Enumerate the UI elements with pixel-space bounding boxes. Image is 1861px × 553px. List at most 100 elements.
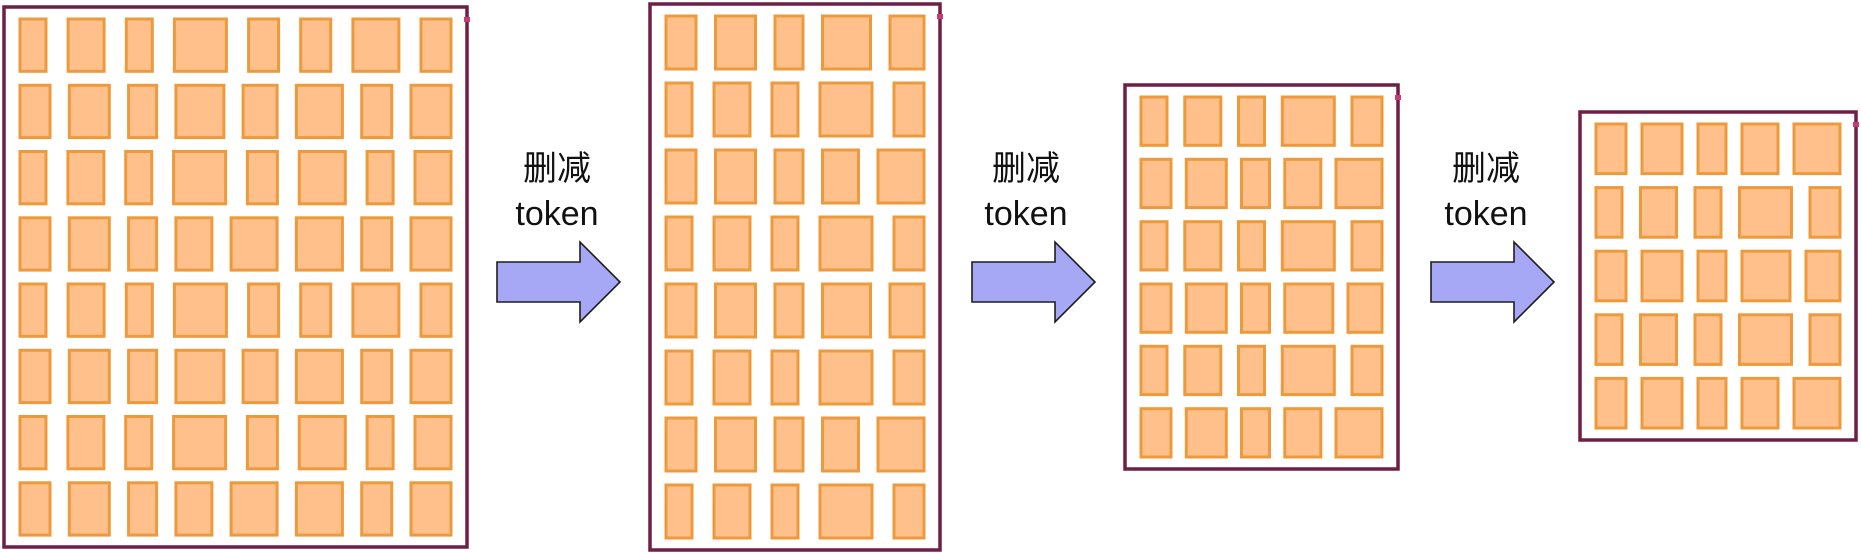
token-block xyxy=(1639,313,1678,366)
token-block xyxy=(18,216,52,272)
token-block xyxy=(1696,249,1728,303)
stage-group xyxy=(2,2,1859,552)
token-block xyxy=(174,348,226,405)
token-block xyxy=(1696,122,1728,176)
token-block xyxy=(1738,313,1793,366)
token-block xyxy=(241,348,279,405)
token-block xyxy=(1350,220,1384,272)
token-block xyxy=(1594,313,1624,366)
token-block xyxy=(174,216,214,272)
token-block xyxy=(1240,282,1271,334)
token-block xyxy=(1334,407,1384,459)
token-block xyxy=(127,481,159,537)
token-block xyxy=(892,81,926,138)
token-block xyxy=(770,483,800,540)
token-block xyxy=(714,282,757,339)
token-block xyxy=(365,150,395,206)
token-block xyxy=(18,83,52,140)
token-block xyxy=(1184,157,1228,210)
token-block xyxy=(1696,376,1728,430)
token-block xyxy=(1594,186,1624,239)
token-block xyxy=(419,17,453,73)
token-block xyxy=(172,282,228,338)
stage-4 xyxy=(1578,110,1859,442)
token-block xyxy=(1139,407,1173,459)
token-block xyxy=(1808,313,1842,366)
frame-marker xyxy=(464,17,470,22)
token-block xyxy=(770,349,800,406)
token-block xyxy=(1283,407,1323,459)
step-label-chinese: 删减 xyxy=(1452,150,1520,188)
token-block xyxy=(1183,95,1223,147)
token-block xyxy=(172,150,228,206)
stage-3 xyxy=(1123,83,1401,471)
token-block xyxy=(1792,376,1842,430)
token-block xyxy=(892,483,926,540)
token-block xyxy=(360,348,394,405)
token-block xyxy=(1237,220,1266,272)
token-block xyxy=(664,416,698,473)
token-block xyxy=(409,348,453,405)
token-block xyxy=(1283,157,1323,210)
token-block xyxy=(174,481,214,537)
token-block xyxy=(18,481,52,537)
token-block xyxy=(351,282,401,338)
token-block xyxy=(419,282,453,338)
token-block xyxy=(1640,249,1684,303)
token-block xyxy=(876,148,926,205)
token-block xyxy=(247,17,281,73)
token-block xyxy=(66,415,106,471)
token-block xyxy=(712,349,752,406)
token-block xyxy=(1139,95,1169,147)
token-block xyxy=(1183,344,1223,397)
token-block xyxy=(821,14,872,71)
token-block xyxy=(1804,249,1842,303)
token-block xyxy=(409,481,453,537)
token-block xyxy=(664,81,694,138)
token-block xyxy=(1240,407,1271,459)
token-block xyxy=(360,216,394,272)
token-block xyxy=(172,17,228,73)
token-block xyxy=(1334,157,1384,210)
prune-step-3: 删减 token xyxy=(1430,150,1556,324)
token-block xyxy=(1183,220,1223,272)
token-block xyxy=(712,215,752,272)
token-block xyxy=(18,348,52,405)
token-block xyxy=(1240,157,1271,210)
token-block xyxy=(18,415,48,471)
token-block xyxy=(818,81,874,138)
token-block xyxy=(664,349,694,406)
token-block xyxy=(1693,313,1723,366)
token-block xyxy=(1280,95,1336,147)
token-block xyxy=(664,148,698,205)
step-label-token: token xyxy=(984,195,1067,233)
token-block xyxy=(818,215,874,272)
token-block xyxy=(1740,249,1792,303)
token-block xyxy=(1350,344,1384,397)
token-block xyxy=(247,282,281,338)
token-block xyxy=(66,282,106,338)
frame-marker xyxy=(1395,95,1401,100)
token-block xyxy=(241,83,279,140)
frame-marker xyxy=(1853,122,1859,127)
token-block xyxy=(712,81,752,138)
token-block xyxy=(664,483,694,540)
token-block xyxy=(1640,376,1684,430)
token-block xyxy=(1594,376,1628,430)
token-block xyxy=(664,282,698,339)
token-block xyxy=(821,148,860,205)
token-block xyxy=(66,17,106,73)
token-block xyxy=(245,150,279,206)
token-block xyxy=(773,282,805,339)
right-arrow-icon xyxy=(496,240,622,324)
token-block xyxy=(1639,186,1678,239)
token-block xyxy=(229,216,279,272)
token-block xyxy=(714,416,757,473)
token-block xyxy=(1792,122,1842,176)
token-pruning-diagram: 删减 token 删减 token 删减 token xyxy=(2,2,1859,552)
token-block xyxy=(1184,282,1228,334)
token-block xyxy=(124,282,154,338)
step-label-token: token xyxy=(515,195,598,233)
token-block xyxy=(409,83,453,140)
token-block xyxy=(1693,186,1723,239)
